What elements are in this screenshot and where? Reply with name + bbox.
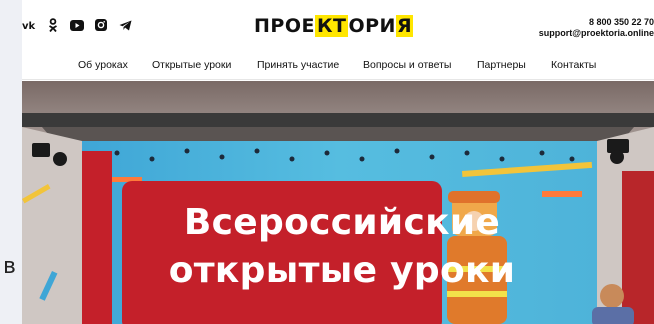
phone-link[interactable]: 8 800 350 22 70 [539,17,654,28]
page: vk ПРОЕ КТ ОРИ Я 8 800 350 22 70 support… [22,0,654,324]
logo-text-highlight: КТ [314,15,349,37]
nav-item-faq[interactable]: Вопросы и ответы [363,59,451,71]
hero-title-line: Всероссийские [183,202,501,243]
logo-text-highlight: Я [395,15,414,37]
hero-banner: Всероссийские открытые уроки [22,81,654,324]
main-nav: Об уроках Открытые уроки Принять участие… [22,50,654,80]
nav-item-participate[interactable]: Принять участие [257,59,339,71]
contacts-block: 8 800 350 22 70 support@proektoria.onlin… [539,17,654,39]
social-links: vk [22,18,132,32]
site-header: vk ПРОЕ КТ ОРИ Я 8 800 350 22 70 support… [22,0,654,50]
instagram-icon[interactable] [94,18,108,32]
logo-text-part: ПРОЕ [254,15,315,37]
partial-text: в [3,254,16,279]
hero-title: Всероссийские открытые уроки [132,199,552,295]
nav-item-open-lessons[interactable]: Открытые уроки [152,59,231,71]
hero-title-line: открытые уроки [168,250,516,291]
site-logo[interactable]: ПРОЕ КТ ОРИ Я [254,14,414,38]
nav-item-contacts[interactable]: Контакты [551,59,596,71]
nav-item-partners[interactable]: Партнеры [477,59,526,71]
svg-text:vk: vk [22,21,36,30]
nav-item-about[interactable]: Об уроках [78,59,128,71]
logo-text-part: ОРИ [348,15,396,37]
telegram-icon[interactable] [118,18,132,32]
browser-viewport: в vk ПРОЕ КТ ОРИ Я 8 800 350 22 70 suppo… [0,0,654,324]
odnoklassniki-icon[interactable] [46,18,60,32]
email-link[interactable]: support@proektoria.online [539,28,654,39]
vk-icon[interactable]: vk [22,18,36,32]
youtube-icon[interactable] [70,18,84,32]
